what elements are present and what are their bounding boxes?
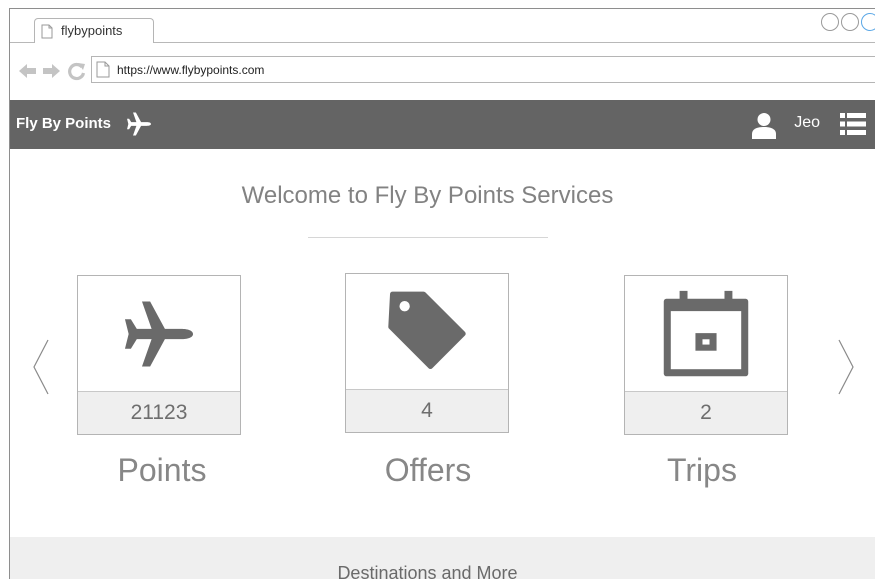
window-control-close[interactable] — [861, 13, 875, 31]
destinations-section: Destinations and More — [10, 537, 875, 579]
calendar-icon — [663, 290, 749, 376]
address-bar[interactable]: https://www.flybypoints.com — [91, 56, 875, 83]
offers-title[interactable]: Offers — [328, 452, 528, 489]
price-tag-icon — [388, 291, 466, 369]
browser-window: flybypoints https://www.flybypoints.com — [9, 8, 875, 579]
url-text: https://www.flybypoints.com — [117, 63, 265, 77]
offers-card[interactable]: 4 — [345, 273, 509, 433]
destinations-label[interactable]: Destinations and More — [10, 563, 845, 579]
points-count: 21123 — [78, 391, 240, 434]
forward-arrow-icon[interactable] — [41, 61, 61, 81]
document-icon — [41, 24, 53, 39]
browser-tab[interactable]: flybypoints — [34, 18, 154, 44]
user-avatar-icon[interactable] — [751, 112, 777, 139]
back-arrow-icon[interactable] — [18, 61, 38, 81]
site-header: Fly By Points Jeo — [10, 100, 875, 149]
window-controls — [821, 13, 875, 31]
offers-count: 4 — [346, 389, 508, 432]
tab-title: flybypoints — [61, 23, 123, 38]
carousel-prev-icon[interactable] — [32, 339, 50, 395]
tab-bar: flybypoints — [10, 9, 875, 44]
points-title[interactable]: Points — [62, 452, 262, 489]
points-card[interactable]: 21123 — [77, 275, 241, 435]
welcome-heading: Welcome to Fly By Points Services — [241, 182, 614, 209]
window-control-minimize[interactable] — [821, 13, 839, 31]
carousel-next-icon[interactable] — [837, 339, 855, 395]
window-control-maximize[interactable] — [841, 13, 859, 31]
username[interactable]: Jeo — [794, 114, 820, 132]
reload-icon[interactable] — [67, 61, 87, 81]
airplane-logo-icon — [127, 112, 151, 136]
menu-list-icon[interactable] — [840, 112, 866, 136]
browser-navbar: https://www.flybypoints.com — [10, 43, 875, 100]
brand-name[interactable]: Fly By Points — [16, 115, 111, 132]
heading-divider — [308, 237, 548, 238]
airplane-icon — [124, 300, 194, 367]
document-icon — [96, 61, 110, 78]
trips-count: 2 — [625, 391, 787, 434]
trips-title[interactable]: Trips — [602, 452, 802, 489]
trips-card[interactable]: 2 — [624, 275, 788, 435]
